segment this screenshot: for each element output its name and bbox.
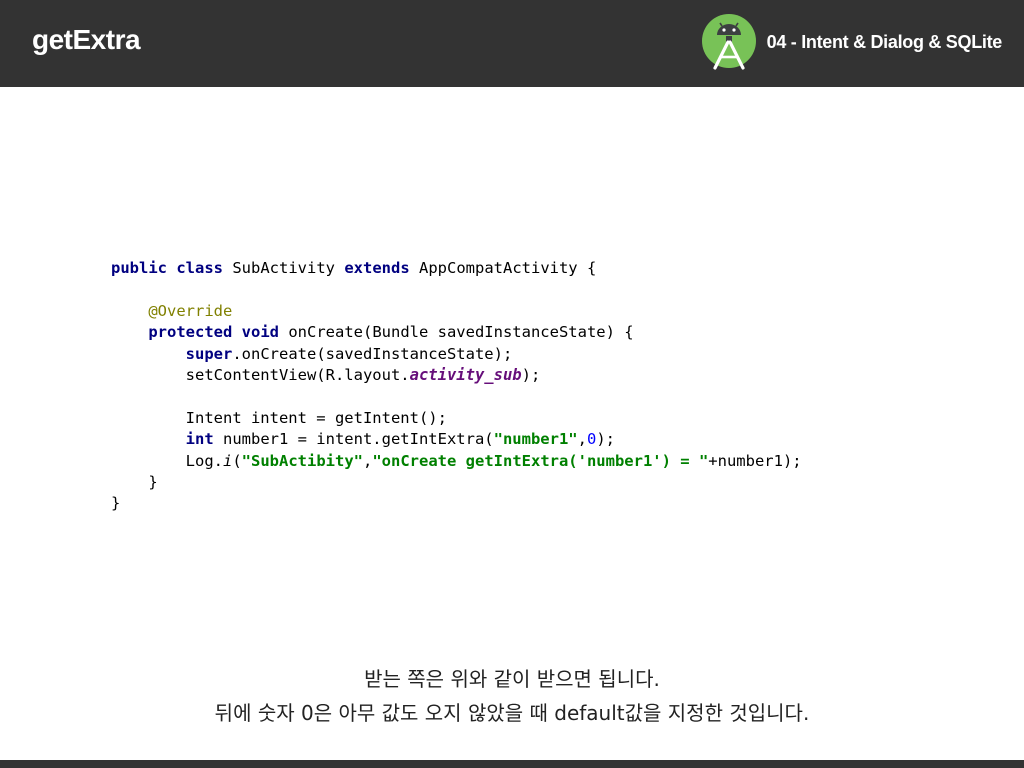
header-bar: getExtra 04 - Intent & Dialog & SQLite [0, 0, 1024, 87]
code-line-log: Log.i("SubActibity","onCreate getIntExtr… [185, 451, 802, 470]
code-line-getintextra: int number1 = intent.getIntExtra("number… [185, 430, 615, 449]
code-line-setcontentview: setContentView(R.layout.activity_sub); [185, 366, 541, 385]
android-studio-logo-icon [702, 14, 756, 70]
code-line-close-method: } [148, 473, 158, 492]
page-title: getExtra [32, 24, 141, 55]
caption-line-1: 받는 쪽은 위와 같이 받으면 됩니다. [364, 667, 660, 691]
code-line-override: @Override [148, 301, 233, 320]
code-block: public class SubActivity extends AppComp… [111, 258, 802, 515]
code-line-super: super.onCreate(savedInstanceState); [185, 344, 513, 363]
footer-bar [0, 760, 1024, 768]
section-subtitle: 04 - Intent & Dialog & SQLite [766, 32, 1003, 52]
code-line-close-class: } [111, 494, 121, 513]
code-line-getintent: Intent intent = getIntent(); [185, 408, 447, 427]
caption-line-2: 뒤에 숫자 0은 아무 값도 오지 않았을 때 default값을 지정한 것입… [214, 701, 810, 725]
code-line-oncreate: protected void onCreate(Bundle savedInst… [148, 323, 634, 342]
code-line-1: public class SubActivity extends AppComp… [111, 259, 597, 277]
caption-text: 받는 쪽은 위와 같이 받으면 됩니다. 뒤에 숫자 0은 아무 값도 오지 않… [0, 662, 1024, 730]
